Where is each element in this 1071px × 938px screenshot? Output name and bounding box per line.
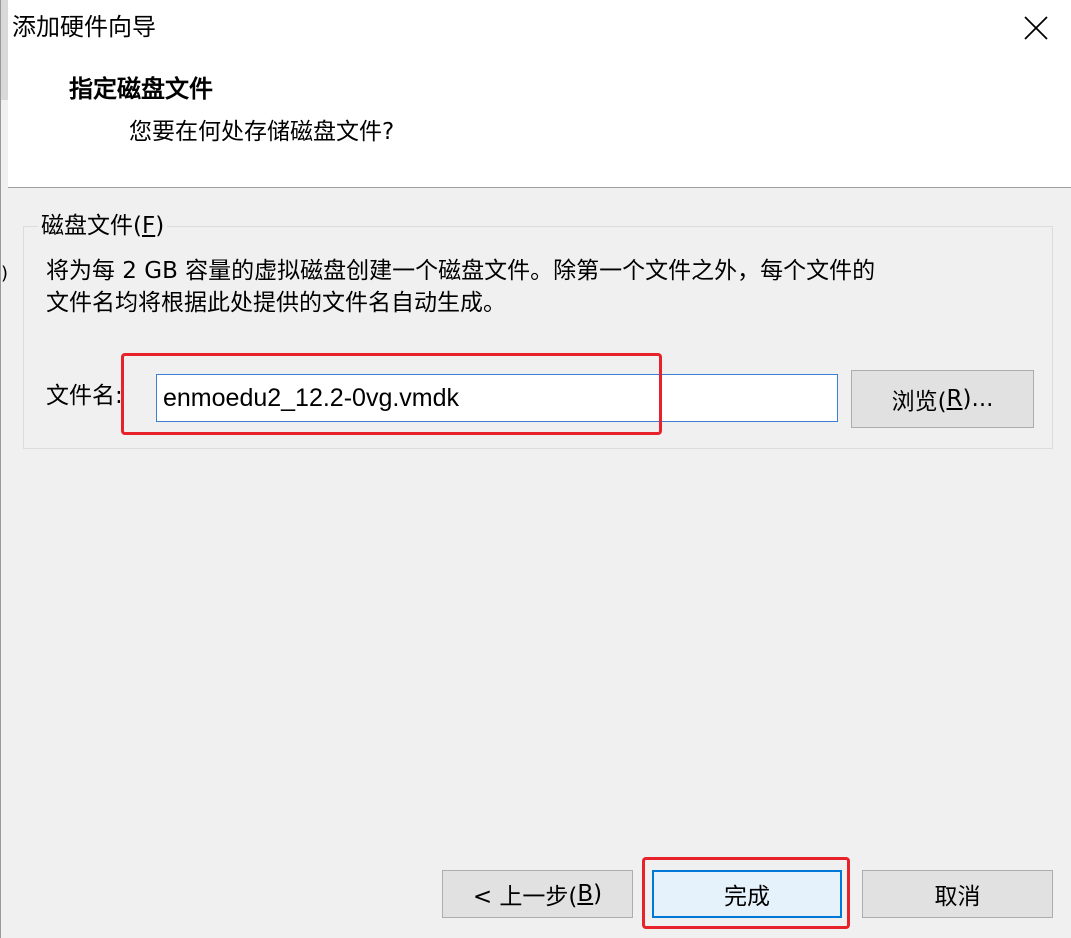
- disk-file-group-legend: 磁盘文件(F): [38, 211, 168, 241]
- back-label: < 上一步(: [472, 884, 578, 910]
- add-hardware-wizard-window: ) 添加硬件向导 指定磁盘文件 您要在何处存储磁盘文件? 磁盘文件(F) 将为每…: [0, 0, 1071, 938]
- finish-label: 完成: [724, 884, 770, 910]
- title-bar: 添加硬件向导: [8, 0, 1071, 56]
- background-window-text: ): [1, 263, 9, 284]
- close-button[interactable]: [1000, 0, 1071, 56]
- cancel-button[interactable]: 取消: [862, 870, 1053, 918]
- file-name-input[interactable]: [156, 374, 838, 422]
- browse-label: 浏览(: [891, 389, 947, 415]
- finish-button[interactable]: 完成: [652, 870, 842, 918]
- window-title: 添加硬件向导: [12, 13, 156, 41]
- legend-access-key: F: [141, 213, 156, 239]
- close-icon: [1024, 16, 1048, 40]
- disk-file-group: 磁盘文件(F) 将为每 2 GB 容量的虚拟磁盘创建一个磁盘文件。除第一个文件之…: [23, 211, 1053, 449]
- back-label-end: ): [593, 881, 603, 907]
- file-name-label: 文件名:: [46, 383, 123, 409]
- disk-file-description: 将为每 2 GB 容量的虚拟磁盘创建一个磁盘文件。除第一个文件之外，每个文件的 …: [46, 258, 876, 316]
- back-access-key: B: [577, 881, 594, 907]
- legend-text: 磁盘文件(: [41, 213, 142, 239]
- page-subtitle: 您要在何处存储磁盘文件?: [129, 119, 395, 145]
- background-window-edge: [1, 0, 8, 100]
- back-button[interactable]: < 上一步(B): [442, 870, 633, 918]
- browse-button[interactable]: 浏览(R)...: [851, 370, 1034, 428]
- cancel-label: 取消: [934, 884, 981, 910]
- legend-text-end: ): [155, 213, 165, 239]
- browse-access-key: R: [946, 386, 963, 412]
- browse-label-end: )...: [962, 386, 994, 412]
- page-title: 指定磁盘文件: [69, 75, 213, 103]
- wizard-header: 指定磁盘文件 您要在何处存储磁盘文件?: [8, 56, 1071, 188]
